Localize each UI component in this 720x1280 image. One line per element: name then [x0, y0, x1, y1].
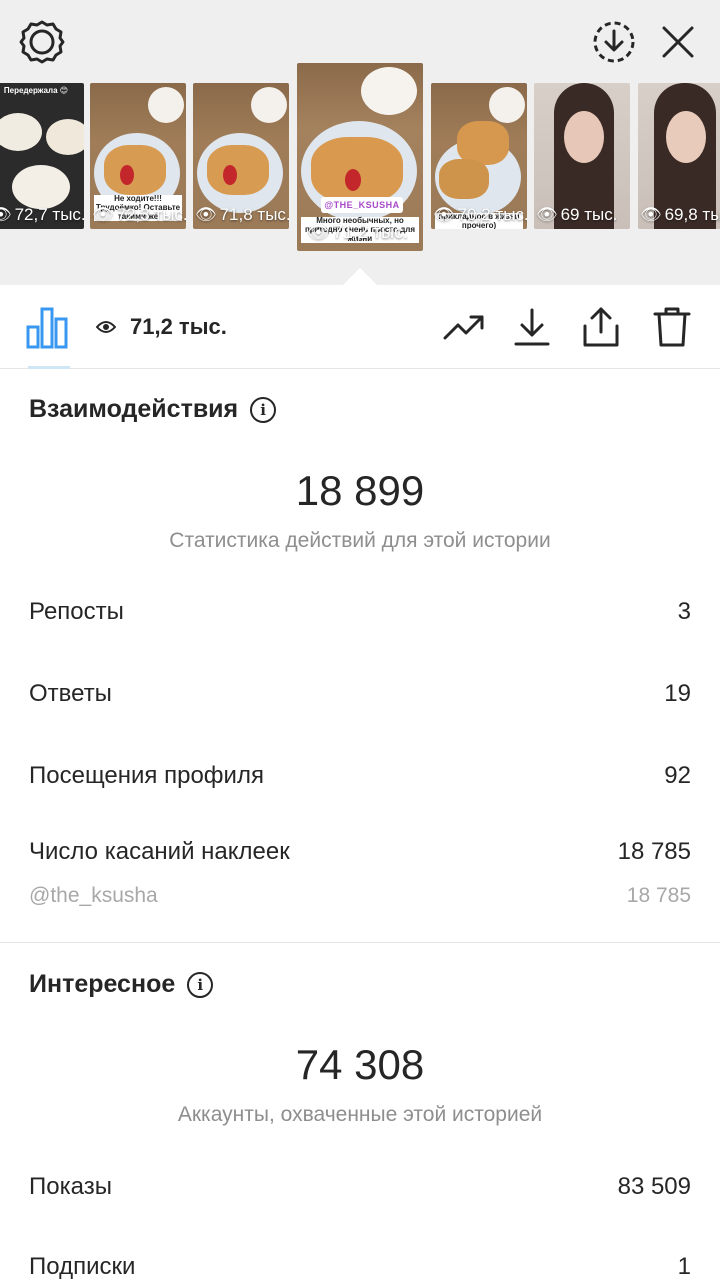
thumbnail-views: 👁 72,3 тыс.	[92, 205, 186, 224]
stat-subrow-mention: @the_ksusha 18 785	[29, 884, 691, 908]
thumbnail-views: 👁 71,2 тыс.	[307, 222, 409, 242]
eye-icon: 👁	[195, 205, 217, 224]
thumbnail-views: 👁 71,8 тыс.	[195, 205, 289, 224]
promote-button[interactable]	[442, 305, 486, 349]
stat-value: 19	[664, 680, 691, 707]
story-thumbnail-selected[interactable]: @THE_KSUSHA Много необычных, но пригодно…	[297, 63, 423, 251]
story-thumbnail[interactable]: Не ходите!!! Трудоёмко! Оставьте такими …	[90, 83, 186, 229]
info-icon[interactable]: i	[250, 396, 277, 423]
insights-tab[interactable]	[26, 305, 70, 349]
insights-panel: 71,2 тыс. Взаимодействия i 18 899 Статис…	[0, 285, 720, 1280]
thumbnail-views: 👁69,8 тыс.	[640, 205, 720, 224]
eye-icon: 👁	[640, 205, 662, 224]
stat-value: 18 785	[617, 838, 691, 865]
stat-row-replies: Ответы 19	[29, 680, 691, 708]
share-button[interactable]	[579, 305, 623, 349]
stat-label: Подписки	[29, 1253, 136, 1280]
download-icon	[514, 308, 550, 346]
mention-label: @the_ksusha	[29, 884, 158, 907]
download-button[interactable]	[510, 305, 554, 349]
story-thumbnail[interactable]: 👁69,8 тыс.	[638, 83, 720, 229]
active-tab-indicator	[28, 366, 70, 369]
stat-label: Показы	[29, 1173, 112, 1200]
stat-value: 3	[677, 598, 691, 625]
download-circle-icon	[593, 21, 635, 63]
mention-value: 18 785	[626, 884, 691, 907]
discovery-section-title: Интересное i	[29, 970, 214, 999]
stat-value: 1	[677, 1253, 691, 1280]
stat-value: 83 509	[617, 1173, 691, 1200]
stat-label: Посещения профиля	[29, 762, 264, 789]
mention-sticker: @THE_KSUSHA	[321, 197, 403, 213]
eye-icon: 👁	[92, 205, 114, 224]
thumbnail-views: 👁 70,2 тыс.	[433, 205, 527, 224]
eye-icon: 👁	[0, 205, 12, 224]
interactions-total: 18 899	[295, 467, 425, 514]
story-carousel-area: Передержала 😊 👁 72,7 тыс. Не ходите!!! Тр…	[0, 0, 720, 285]
save-story-button[interactable]	[590, 18, 638, 66]
interactions-section-title: Взаимодействия i	[29, 395, 277, 424]
story-thumbnails: Передержала 😊 👁 72,7 тыс. Не ходите!!! Тр…	[0, 63, 720, 253]
story-thumbnail[interactable]: прикладное в жизни прочего) 👁 70,2 тыс.	[431, 83, 527, 229]
close-button[interactable]	[654, 18, 702, 66]
interactions-title: Взаимодействия	[29, 395, 239, 423]
stat-label: Число касаний наклеек	[29, 838, 290, 865]
selection-pointer	[342, 268, 378, 286]
stat-row-sticker-taps: Число касаний наклеек 18 785	[29, 838, 691, 866]
trending-icon	[443, 315, 484, 340]
eye-icon: 👁	[433, 205, 455, 224]
discovery-title: Интересное	[29, 970, 176, 998]
stat-row-impressions: Показы 83 509	[29, 1173, 691, 1201]
story-thumbnail[interactable]: Передержала 😊 👁 72,7 тыс.	[0, 83, 84, 229]
stat-row-reposts: Репосты 3	[29, 598, 691, 626]
eye-icon: 👁	[536, 205, 558, 224]
thumbnail-caption: Передержала 😊	[3, 86, 69, 95]
bar-chart-icon	[26, 307, 68, 349]
stat-label: Репосты	[29, 598, 124, 625]
view-count-value: 71,2 тыс.	[130, 314, 227, 339]
view-count: 71,2 тыс.	[96, 314, 227, 340]
settings-button[interactable]	[18, 18, 66, 66]
close-icon	[662, 26, 694, 58]
insights-toolbar: 71,2 тыс.	[0, 285, 720, 369]
thumbnail-views: 👁 72,7 тыс.	[0, 205, 84, 225]
stat-value: 92	[664, 762, 691, 789]
discovery-total: 74 308	[295, 1041, 425, 1088]
story-thumbnail[interactable]: 👁 71,8 тыс.	[193, 83, 289, 229]
discovery-caption: Аккаунты, охваченные этой историей	[177, 1103, 543, 1126]
info-icon[interactable]: i	[187, 971, 214, 998]
stat-row-follows: Подписки 1	[29, 1253, 691, 1280]
trash-icon	[653, 307, 691, 347]
eye-icon	[96, 321, 116, 333]
share-icon	[583, 307, 619, 347]
thumbnail-views: 👁 69 тыс.	[536, 205, 618, 224]
stat-label: Ответы	[29, 680, 112, 707]
delete-button[interactable]	[650, 305, 694, 349]
stat-row-profile-visits: Посещения профиля 92	[29, 762, 691, 790]
story-thumbnail[interactable]: 👁 69 тыс.	[534, 83, 630, 229]
eye-icon: 👁	[307, 222, 330, 242]
interactions-caption: Статистика действий для этой истории	[169, 529, 551, 552]
section-divider	[0, 942, 720, 943]
gear-icon	[19, 20, 65, 64]
